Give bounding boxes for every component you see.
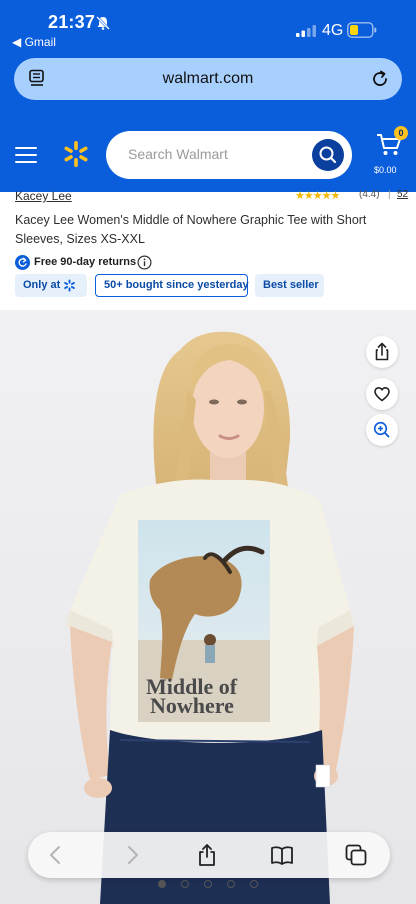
walmart-spark-logo[interactable] — [62, 140, 90, 168]
rating-value: (4.4) — [359, 190, 380, 200]
free-returns-text: Free 90-day returns — [34, 256, 137, 268]
brand-rating-row: Kacey Lee ★★★★★ (4.4) | 52 — [0, 190, 416, 204]
bookmarks-icon[interactable] — [270, 843, 294, 867]
rating-stars: ★★★★★ — [295, 190, 340, 202]
heart-icon — [374, 387, 390, 402]
bought-since-yesterday-badge: 50+ bought since yesterday — [95, 274, 249, 297]
battery-icon — [347, 22, 377, 38]
status-bar: 21:37 ◀ Gmail 4G — [0, 0, 416, 56]
tabs-icon[interactable] — [344, 843, 368, 867]
cellular-signal-icon — [296, 25, 316, 37]
cart-button[interactable]: 0 $0.00 — [374, 126, 408, 180]
share-icon — [375, 342, 389, 361]
favorite-button[interactable] — [366, 378, 398, 410]
image-pagination-dots — [0, 878, 416, 890]
only-at-label: Only at — [23, 279, 61, 291]
rating-separator: | — [388, 190, 391, 200]
returns-icon — [15, 255, 30, 270]
pagination-dot[interactable] — [181, 880, 189, 888]
brand-link[interactable]: Kacey Lee — [15, 190, 72, 203]
shirt-graphic-text-2: Nowhere — [150, 693, 234, 718]
search-icon — [319, 146, 337, 164]
pagination-dot[interactable] — [227, 880, 235, 888]
search-button[interactable] — [312, 139, 344, 171]
search-bar[interactable]: Search Walmart — [106, 131, 352, 179]
zoom-in-icon — [373, 421, 390, 438]
product-image[interactable]: Middle of Nowhere — [0, 310, 416, 904]
hamburger-menu-icon[interactable] — [15, 146, 37, 164]
browser-toolbar — [28, 832, 390, 878]
zoom-button[interactable] — [366, 414, 398, 446]
info-icon[interactable] — [137, 255, 152, 270]
network-type: 4G — [322, 22, 344, 39]
product-photo: Middle of Nowhere — [0, 310, 416, 904]
search-placeholder: Search Walmart — [128, 146, 228, 162]
walmart-spark-small-icon — [64, 279, 75, 292]
review-count-link[interactable]: 52 — [397, 190, 408, 200]
silent-bell-icon — [96, 16, 110, 30]
pagination-dot[interactable] — [204, 880, 212, 888]
product-title: Kacey Lee Women's Middle of Nowhere Grap… — [15, 213, 367, 246]
cart-total: $0.00 — [374, 165, 397, 175]
address-bar[interactable]: walmart.com — [14, 58, 402, 100]
back-arrow-icon[interactable] — [44, 843, 68, 867]
back-to-gmail-link[interactable]: ◀ Gmail — [12, 35, 56, 49]
reload-icon[interactable] — [370, 69, 390, 89]
pagination-dot[interactable] — [250, 880, 258, 888]
status-time: 21:37 — [48, 12, 96, 32]
walmart-header: Search Walmart 0 $0.00 — [0, 118, 416, 192]
cart-count-badge: 0 — [394, 126, 408, 140]
share-sheet-icon[interactable] — [195, 843, 219, 867]
forward-arrow-icon[interactable] — [120, 843, 144, 867]
share-button[interactable] — [366, 336, 398, 368]
pagination-dot[interactable] — [158, 880, 166, 888]
only-at-walmart-badge: Only at — [15, 274, 87, 297]
best-seller-badge: Best seller — [255, 274, 324, 297]
url-text: walmart.com — [162, 70, 254, 87]
